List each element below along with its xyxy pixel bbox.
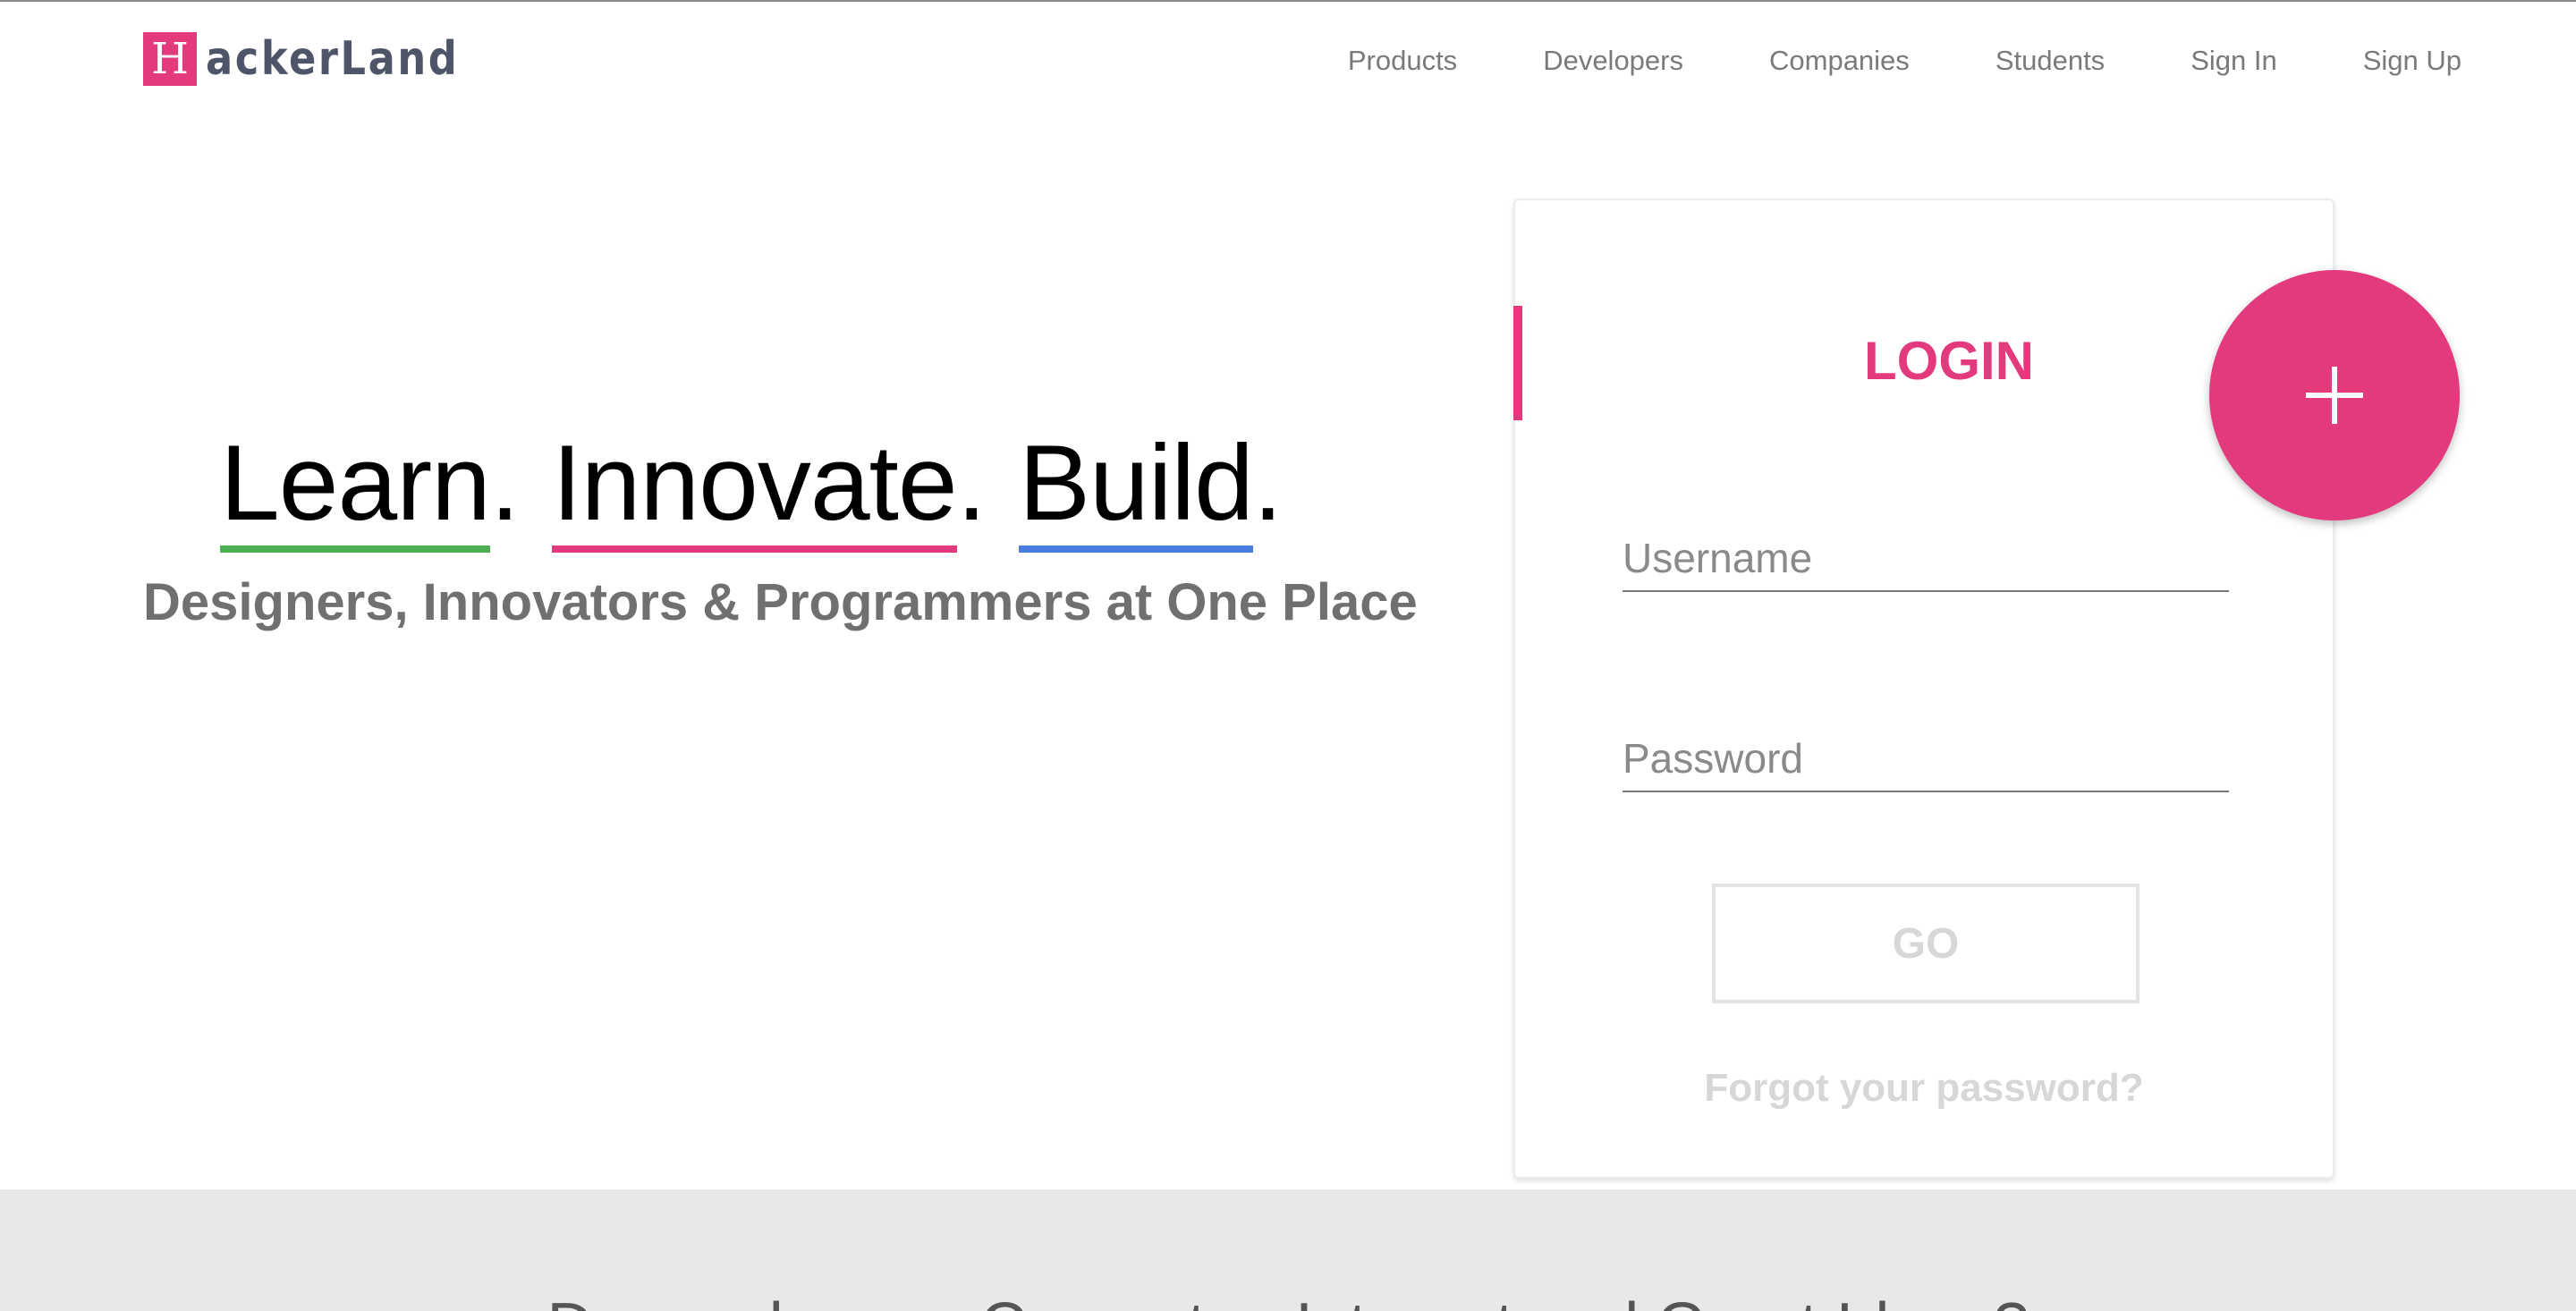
nav-sign-in[interactable]: Sign In xyxy=(2190,45,2277,77)
logo-text: ackerLand xyxy=(206,32,460,86)
username-field[interactable] xyxy=(1623,526,2229,592)
go-button[interactable]: GO xyxy=(1712,884,2140,1003)
hero-subtitle: Designers, Innovators & Programmers at O… xyxy=(143,573,1418,631)
hero-word-innovate-wrap: Innovate xyxy=(552,420,958,553)
hero-underline-learn xyxy=(220,546,490,553)
hero-dot: . xyxy=(1252,423,1284,543)
hero-underline-innovate xyxy=(552,546,957,553)
add-button[interactable] xyxy=(2209,270,2460,520)
bottom-band-heading: Do you have a Computer, Internet and Gre… xyxy=(0,1290,2576,1311)
hero-word-build-wrap: Build xyxy=(1018,420,1254,553)
nav-developers[interactable]: Developers xyxy=(1543,45,1683,77)
hero-word-build: Build xyxy=(1018,423,1254,543)
hero-dot: . xyxy=(956,423,987,543)
hero-underline-build xyxy=(1018,546,1253,553)
logo[interactable]: H ackerLand xyxy=(143,32,500,86)
nav-students[interactable]: Students xyxy=(1996,45,2105,77)
bottom-band: Do you have a Computer, Internet and Gre… xyxy=(0,1189,2576,1311)
logo-mark: H xyxy=(143,32,197,86)
nav-products[interactable]: Products xyxy=(1348,45,1457,77)
login-card: LOGIN GO Forgot your password? xyxy=(1513,199,2334,1179)
hero-word-innovate: Innovate xyxy=(552,423,957,543)
hero-dot: . xyxy=(489,423,521,543)
top-border xyxy=(0,0,2576,2)
hero-word-learn: Learn xyxy=(220,423,491,543)
hero-title: Learn . Innovate . Build . xyxy=(220,420,1284,553)
main-nav: Products Developers Companies Students S… xyxy=(1348,45,2462,77)
nav-sign-up[interactable]: Sign Up xyxy=(2363,45,2462,77)
nav-companies[interactable]: Companies xyxy=(1769,45,1910,77)
forgot-password-link[interactable]: Forgot your password? xyxy=(1515,1066,2333,1111)
plus-icon xyxy=(2306,367,2363,424)
password-field[interactable] xyxy=(1623,726,2229,792)
hero-word-learn-wrap: Learn xyxy=(220,420,491,553)
